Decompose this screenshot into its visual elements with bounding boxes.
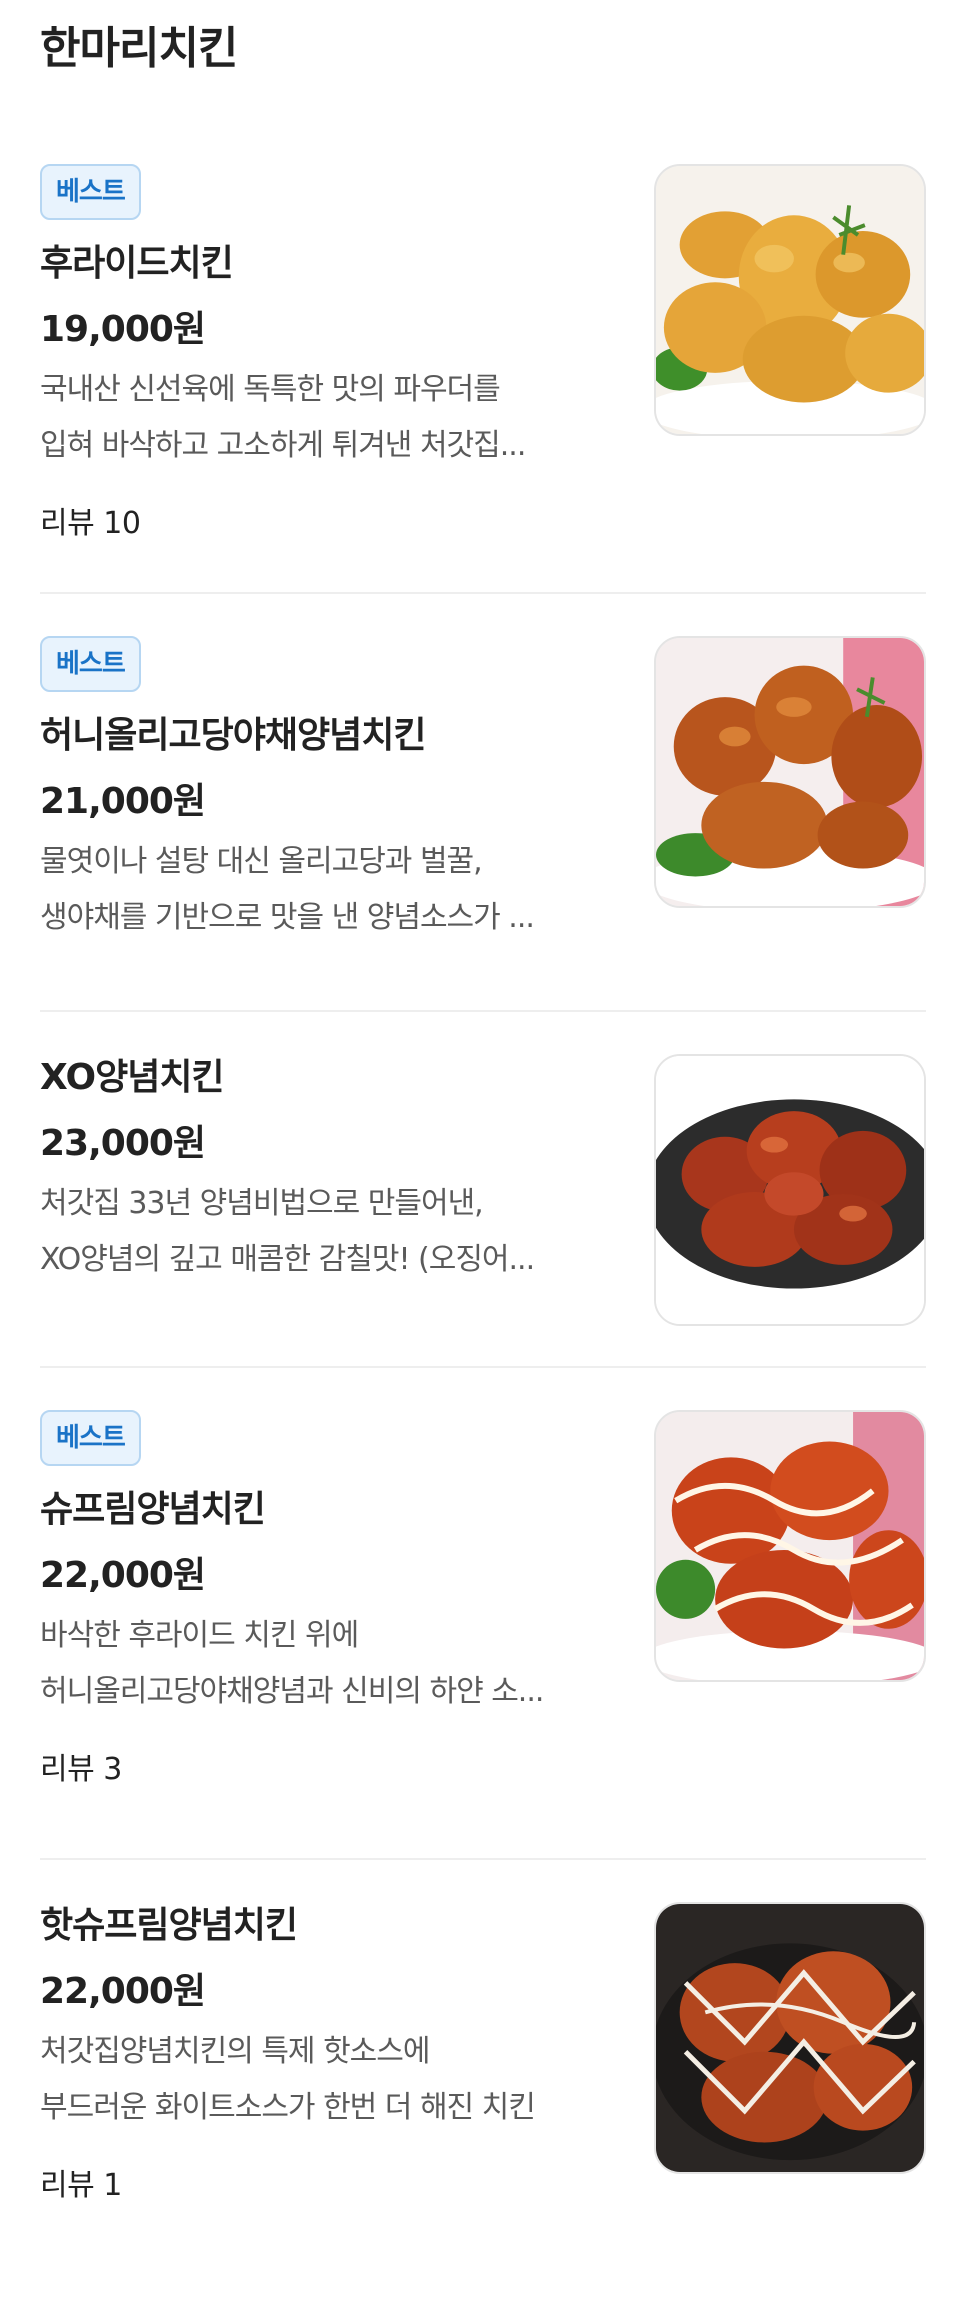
menu-item-xo-chicken[interactable]: XO양념치킨 23,000원 처갓집 33년 양념비법으로 만들어낸, XO양념… <box>40 1012 926 1368</box>
menu-item-fried-chicken[interactable]: 베스트 후라이드치킨 19,000원 국내산 신선육에 독특한 맛의 파우더를 … <box>40 98 926 594</box>
menu-item-description-line: 허니올리고당야채양념과 신비의 하얀 소... <box>40 1674 544 1709</box>
menu-item-description-line: 국내산 신선육에 독특한 맛의 파우더를 <box>40 372 501 407</box>
menu-page: 한마리치킨 베스트 후라이드치킨 19,000원 국내산 신선육에 독특한 맛의… <box>0 0 966 2237</box>
menu-item-description-line: 생야채를 기반으로 맛을 낸 양념소스가 ... <box>40 900 535 935</box>
best-badge: 베스트 <box>40 636 141 692</box>
menu-item-description-line: 처갓집양념치킨의 특제 핫소스에 <box>40 2034 430 2069</box>
review-count: 리뷰 1 <box>40 2168 122 2203</box>
section-title: 한마리치킨 <box>40 23 238 74</box>
menu-item-description-line: 바삭한 후라이드 치킨 위에 <box>40 1618 359 1653</box>
menu-item-description-line: 처갓집 33년 양념비법으로 만들어낸, <box>40 1186 484 1221</box>
best-badge: 베스트 <box>40 164 141 220</box>
review-count: 리뷰 10 <box>40 506 141 541</box>
honey-sauce-chicken-photo <box>654 636 926 908</box>
supreme-chicken-photo <box>654 1410 926 1682</box>
menu-item-name: XO양념치킨 <box>40 1057 225 1098</box>
menu-item-honey-chicken[interactable]: 베스트 허니올리고당야채양념치킨 21,000원 물엿이나 설탕 대신 올리고당… <box>40 594 926 1012</box>
menu-item-description-line: 물엿이나 설탕 대신 올리고당과 벌꿀, <box>40 844 483 879</box>
best-badge: 베스트 <box>40 1410 141 1466</box>
menu-item-name: 후라이드치킨 <box>40 243 234 284</box>
menu-item-description-line: 입혀 바삭하고 고소하게 튀겨낸 처갓집... <box>40 428 526 463</box>
menu-item-supreme-chicken[interactable]: 베스트 슈프림양념치킨 22,000원 바삭한 후라이드 치킨 위에 허니올리고… <box>40 1368 926 1860</box>
menu-item-description-line: XO양념의 깊고 매콤한 감칠맛! (오징어... <box>40 1242 535 1277</box>
menu-item-description-line: 부드러운 화이트소스가 한번 더 해진 치킨 <box>40 2090 536 2125</box>
review-count: 리뷰 3 <box>40 1752 122 1787</box>
menu-item-name: 허니올리고당야채양념치킨 <box>40 715 426 756</box>
fried-chicken-photo <box>654 164 926 436</box>
menu-item-price: 22,000원 <box>40 1971 206 2012</box>
menu-item-price: 22,000원 <box>40 1555 206 1596</box>
xo-sauce-chicken-photo <box>654 1054 926 1326</box>
menu-item-price: 21,000원 <box>40 781 206 822</box>
menu-item-price: 23,000원 <box>40 1123 206 1164</box>
hot-supreme-chicken-photo <box>654 1902 926 2174</box>
menu-item-price: 19,000원 <box>40 309 206 350</box>
menu-item-hot-supreme-chicken[interactable]: 핫슈프림양념치킨 22,000원 처갓집양념치킨의 특제 핫소스에 부드러운 화… <box>40 1860 926 2310</box>
menu-item-name: 핫슈프림양념치킨 <box>40 1905 298 1946</box>
menu-list: 베스트 후라이드치킨 19,000원 국내산 신선육에 독특한 맛의 파우더를 … <box>40 98 926 2310</box>
menu-item-name: 슈프림양념치킨 <box>40 1489 266 1530</box>
